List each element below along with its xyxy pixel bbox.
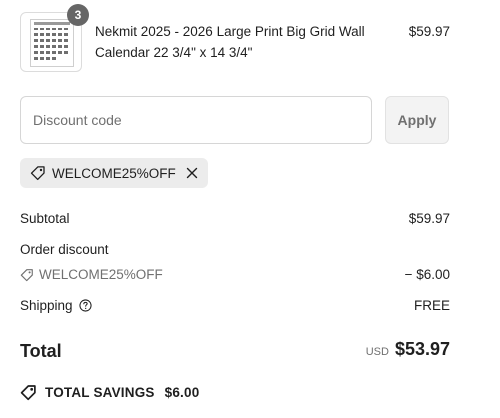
remove-discount-button[interactable] (186, 167, 198, 179)
calendar-thumbnail (30, 19, 74, 67)
product-name: Nekmit 2025 - 2026 Large Print Big Grid … (95, 24, 365, 60)
apply-discount-button[interactable]: Apply (385, 96, 449, 144)
shipping-row: Shipping FREE (20, 298, 450, 313)
tag-icon (30, 166, 45, 181)
quantity-badge: 3 (67, 4, 89, 26)
discount-value: − $6.00 (404, 267, 450, 282)
order-discount-label: Order discount (20, 242, 109, 257)
currency-code: USD (365, 346, 389, 358)
savings-tag-icon (20, 385, 36, 401)
discount-code-input[interactable] (20, 96, 372, 144)
help-circle-icon[interactable] (78, 299, 92, 312)
close-icon (186, 167, 197, 179)
shipping-label: Shipping (20, 298, 73, 313)
total-label: Total (20, 341, 62, 361)
applied-discount-tag: WELCOME25%OFF (20, 158, 208, 188)
order-discount-row: Order discount (20, 242, 450, 257)
cart-line-item: 3 Nekmit 2025 - 2026 Large Print Big Gri… (20, 4, 450, 72)
total-row: Total USD $53.97 (20, 339, 450, 363)
total-savings-amount: $6.00 (164, 385, 200, 400)
total-savings-label: TOTAL SAVINGS (45, 385, 155, 400)
subtotal-row: Subtotal $59.97 (20, 211, 450, 226)
discount-code-row: WELCOME25%OFF − $6.00 (20, 267, 450, 282)
shipping-value: FREE (413, 298, 450, 313)
tag-icon (20, 268, 33, 281)
subtotal-label: Subtotal (20, 211, 70, 226)
product-price: $59.97 (408, 24, 450, 39)
total-savings: TOTAL SAVINGS $6.00 (20, 384, 199, 401)
total-amount: $53.97 (394, 339, 450, 359)
applied-discount-code: WELCOME25%OFF (52, 165, 176, 181)
discount-code-label: WELCOME25%OFF (39, 267, 163, 282)
subtotal-value: $59.97 (408, 211, 450, 226)
